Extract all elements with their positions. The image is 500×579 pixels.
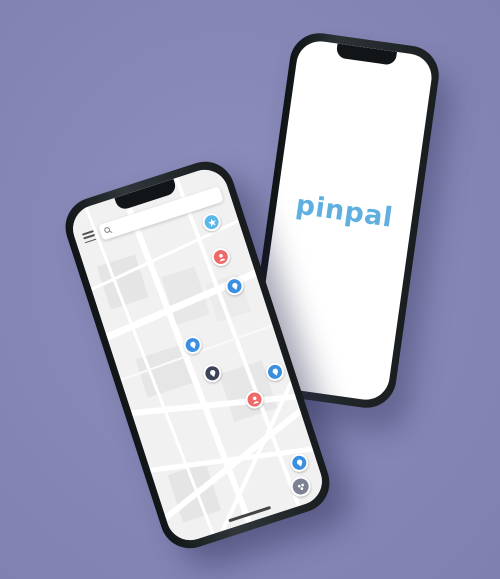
app-logo: pinpal [293, 189, 395, 234]
person-icon [218, 253, 225, 262]
scene: pinpal [0, 0, 500, 579]
location-icon [231, 282, 237, 290]
star-icon [207, 218, 216, 227]
person-icon [252, 396, 259, 404]
location-icon [209, 369, 215, 377]
location-icon [189, 341, 196, 349]
location-icon [296, 459, 302, 467]
location-icon [272, 368, 278, 376]
search-icon [104, 227, 113, 234]
hamburger-menu-icon[interactable] [81, 230, 97, 244]
cluster-icon [297, 483, 304, 490]
